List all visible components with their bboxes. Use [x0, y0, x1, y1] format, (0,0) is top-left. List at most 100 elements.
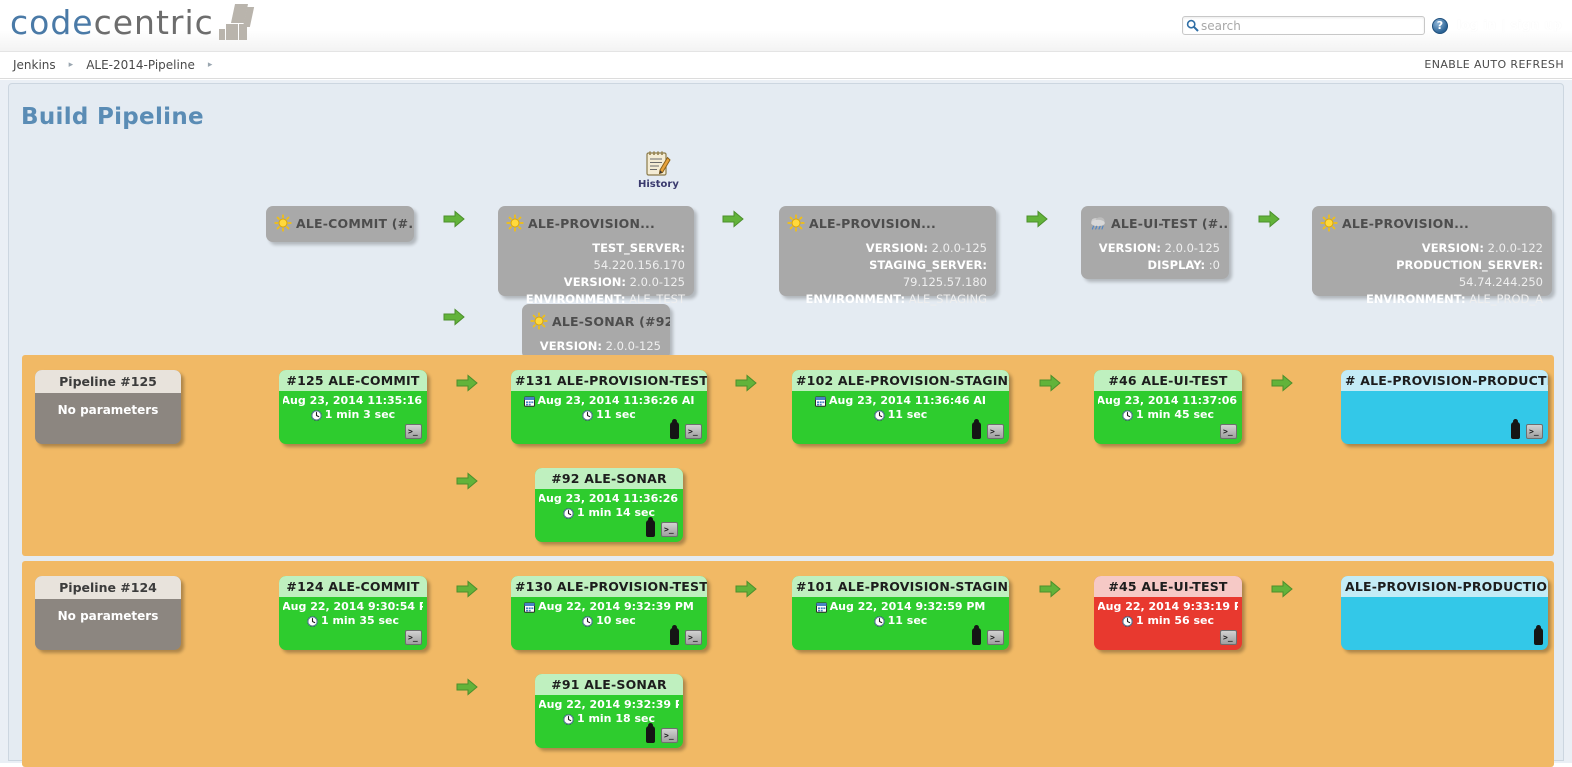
trigger-icon[interactable]: [972, 628, 981, 645]
build-date: Aug 22, 2014 9:32:59 PM: [830, 600, 986, 614]
build-date: Aug 23, 2014 11:36:26 AI: [538, 394, 695, 408]
trigger-icon[interactable]: [670, 628, 679, 645]
build-card[interactable]: # ALE-PROVISION-PRODUCTION: [1341, 370, 1548, 444]
pipeline-panel: Build Pipeline History ALE-COMMIT (#...: [8, 83, 1564, 761]
build-duration: 1 min 3 sec: [325, 408, 395, 422]
project-header-card[interactable]: ALE-SONAR (#92) VERSION: 2.0.0-125: [522, 304, 670, 359]
build-date-line: Aug 22, 2014 9:32:39 PM: [539, 698, 679, 712]
clock-icon: [1122, 410, 1133, 421]
build-body: Aug 22, 2014 9:32:59 PM 11 sec: [792, 597, 1009, 649]
search-input[interactable]: [1201, 18, 1417, 33]
project-header-card[interactable]: ALE-PROVISION... VERSION: 2.0.0-125 STAG…: [779, 206, 996, 296]
build-body: [1341, 391, 1548, 443]
build-title: #46 ALE-UI-TEST: [1094, 370, 1242, 391]
console-icon[interactable]: [987, 630, 1004, 645]
console-icon[interactable]: [405, 630, 422, 645]
build-date-line: Aug 23, 2014 11:37:06 AI: [1098, 394, 1238, 408]
build-date-line: Aug 23, 2014 11:36:46 AI: [796, 394, 1005, 408]
clock-icon: [307, 616, 318, 627]
console-icon[interactable]: [987, 424, 1004, 439]
logo-text-centric: centric: [94, 3, 214, 42]
project-header-card[interactable]: ALE-PROVISION... VERSION: 2.0.0-122 PROD…: [1312, 206, 1552, 296]
project-header-title-row: ALE-COMMIT (#...: [266, 206, 414, 236]
project-param-key: VERSION:: [1422, 241, 1484, 255]
arrow-icon: [1039, 374, 1061, 392]
arrow-icon: [1271, 374, 1293, 392]
build-card[interactable]: #46 ALE-UI-TEST Aug 23, 2014 11:37:06 AI…: [1094, 370, 1242, 444]
project-param: STAGING_SERVER: 79.125.57.180: [788, 257, 987, 291]
project-param-key: ENVIRONMENT:: [805, 292, 905, 306]
build-card[interactable]: #125 ALE-COMMIT Aug 23, 2014 11:35:16 AI…: [279, 370, 427, 444]
main-content: Build Pipeline History ALE-COMMIT (#...: [0, 80, 1572, 763]
search-box[interactable]: [1182, 16, 1425, 35]
project-header-card[interactable]: ALE-COMMIT (#...: [266, 206, 414, 242]
build-card[interactable]: #130 ALE-PROVISION-TEST Aug 22, 2014 9:3…: [511, 576, 707, 650]
console-icon[interactable]: [1220, 630, 1237, 645]
build-card[interactable]: #101 ALE-PROVISION-STAGING Aug 22, 2014 …: [792, 576, 1009, 650]
enable-auto-refresh-link[interactable]: ENABLE AUTO REFRESH: [1424, 58, 1564, 71]
trigger-icon[interactable]: [646, 726, 655, 743]
project-param-key: STAGING_SERVER:: [869, 258, 987, 272]
project-param-value: 54.74.244.250: [1459, 275, 1543, 289]
codecentric-logo[interactable]: codecentric: [10, 4, 253, 42]
project-param-value: 2.0.0-125: [630, 275, 685, 289]
trigger-icon[interactable]: [972, 422, 981, 439]
build-duration: 11 sec: [888, 614, 928, 628]
project-param-key: ENVIRONMENT:: [1366, 292, 1466, 306]
console-icon[interactable]: [405, 424, 422, 439]
clock-icon: [874, 410, 885, 421]
trigger-icon[interactable]: [1511, 422, 1520, 439]
build-body: Aug 22, 2014 9:32:39 PM 1 min 18 sec: [535, 695, 683, 747]
calendar-icon: [816, 602, 827, 613]
breadcrumb-item-jenkins[interactable]: Jenkins: [10, 58, 59, 72]
console-icon[interactable]: [1526, 424, 1543, 439]
project-header-card[interactable]: ALE-PROVISION... TEST_SERVER: 54.220.156…: [498, 206, 694, 296]
build-date: Aug 22, 2014 9:32:39 PM: [538, 600, 694, 614]
arrow-icon: [1258, 210, 1280, 228]
console-icon[interactable]: [661, 728, 678, 743]
build-duration: 11 sec: [596, 408, 636, 422]
console-icon[interactable]: [661, 522, 678, 537]
sunny-icon: [530, 312, 548, 330]
arrow-icon: [443, 308, 465, 326]
build-card[interactable]: #45 ALE-UI-TEST Aug 22, 2014 9:33:19 PM …: [1094, 576, 1242, 650]
trigger-icon[interactable]: [1534, 628, 1543, 645]
build-actions: [1220, 630, 1237, 645]
pipeline-info-card[interactable]: Pipeline #124 No parameters: [35, 576, 181, 650]
console-icon[interactable]: [685, 630, 702, 645]
build-card[interactable]: #91 ALE-SONAR Aug 22, 2014 9:32:39 PM 1 …: [535, 674, 683, 748]
project-param-value: 54.220.156.170: [594, 258, 685, 272]
clock-icon: [563, 508, 574, 519]
console-icon[interactable]: [685, 424, 702, 439]
pipeline-info-card[interactable]: Pipeline #125 No parameters: [35, 370, 181, 444]
console-icon[interactable]: [1220, 424, 1237, 439]
build-card[interactable]: #131 ALE-PROVISION-TEST Aug 23, 2014 11:…: [511, 370, 707, 444]
project-name: ALE-PROVISION...: [528, 216, 655, 231]
auth-links[interactable]: log in | sign up: [1457, 18, 1562, 32]
arrow-icon: [1026, 210, 1048, 228]
build-title: #102 ALE-PROVISION-STAGING: [792, 370, 1009, 391]
build-body: [1341, 597, 1548, 649]
help-icon[interactable]: ?: [1432, 18, 1448, 34]
calendar-icon: [524, 602, 535, 613]
build-card[interactable]: ALE-PROVISION-PRODUCTION: [1341, 576, 1548, 650]
trigger-icon[interactable]: [670, 422, 679, 439]
build-actions: [670, 422, 702, 439]
build-date-line: Aug 22, 2014 9:32:39 PM: [515, 600, 703, 614]
project-header-card[interactable]: ALE-UI-TEST (#... VERSION: 2.0.0-125 DIS…: [1081, 206, 1229, 279]
build-duration-line: 1 min 56 sec: [1098, 614, 1238, 628]
build-title: # ALE-PROVISION-PRODUCTION: [1341, 370, 1548, 391]
build-title: #45 ALE-UI-TEST: [1094, 576, 1242, 597]
build-card[interactable]: #102 ALE-PROVISION-STAGING Aug 23, 2014 …: [792, 370, 1009, 444]
build-title: #124 ALE-COMMIT: [279, 576, 427, 597]
build-card[interactable]: #92 ALE-SONAR Aug 23, 2014 11:36:26 AI 1…: [535, 468, 683, 542]
history-link[interactable]: History: [638, 150, 678, 190]
project-header-title-row: ALE-SONAR (#92): [522, 304, 670, 334]
project-param: DISPLAY: :0: [1090, 257, 1220, 274]
breadcrumb-item-pipeline[interactable]: ALE-2014-Pipeline: [83, 58, 198, 72]
build-card[interactable]: #124 ALE-COMMIT Aug 22, 2014 9:30:54 PM …: [279, 576, 427, 650]
build-body: Aug 23, 2014 11:37:06 AI 1 min 45 sec: [1094, 391, 1242, 443]
trigger-icon[interactable]: [646, 520, 655, 537]
sunny-icon: [787, 214, 805, 232]
project-param-value: ALE_PROD_A: [1469, 292, 1543, 306]
